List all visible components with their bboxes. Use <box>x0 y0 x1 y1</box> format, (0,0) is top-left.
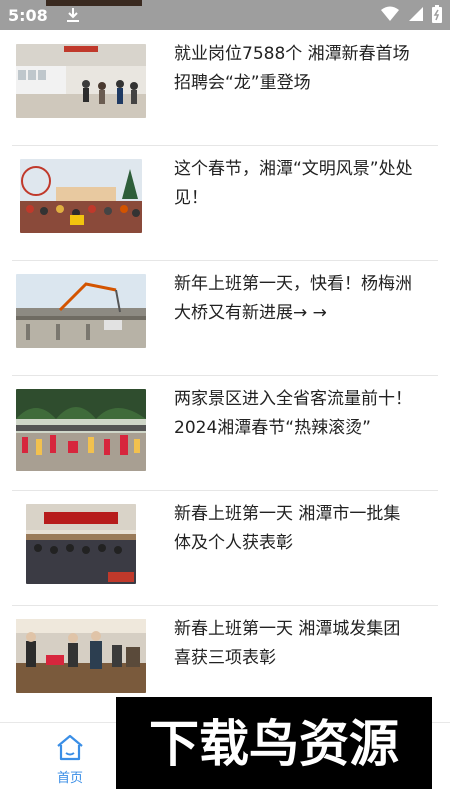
news-item[interactable]: 这个春节，湘潭“文明风景”处处见！ <box>12 145 438 261</box>
news-title: 新春上班第一天 湘潭城发集团喜获三项表彰 <box>174 619 401 668</box>
battery-icon <box>432 5 442 27</box>
peek-image-strip <box>46 0 142 6</box>
tab-home[interactable]: 首页 <box>38 733 102 786</box>
news-item[interactable]: 新春上班第一天 湘潭市一批集体及个人获表彰 <box>12 490 438 606</box>
news-thumbnail <box>16 619 146 693</box>
news-item[interactable]: 就业岗位7588个 湘潭新春首场招聘会“龙”重登场 <box>12 30 438 146</box>
news-item[interactable]: 两家景区进入全省客流量前十！2024湘潭春节“热辣滚烫” <box>12 375 438 491</box>
watermark-logo: 下载鸟资源 <box>116 697 432 789</box>
news-title: 两家景区进入全省客流量前十！2024湘潭春节“热辣滚烫” <box>174 389 412 438</box>
news-title: 就业岗位7588个 湘潭新春首场招聘会“龙”重登场 <box>174 44 410 93</box>
signal-icon <box>408 6 424 26</box>
news-thumbnail <box>16 274 146 348</box>
home-icon <box>55 734 85 765</box>
wifi-icon <box>380 6 400 26</box>
news-thumbnail <box>26 504 136 584</box>
status-bar: 5:08 <box>0 0 450 30</box>
watermark-text: 下载鸟资源 <box>149 715 399 773</box>
tab-home-label: 首页 <box>56 771 83 786</box>
news-thumbnail <box>16 389 146 471</box>
news-list: 就业岗位7588个 湘潭新春首场招聘会“龙”重登场 这个春节，湘潭“文明风景”处… <box>0 30 450 720</box>
news-title: 这个春节，湘潭“文明风景”处处见！ <box>174 159 413 208</box>
news-title: 新春上班第一天 湘潭市一批集体及个人获表彰 <box>174 504 401 553</box>
news-title: 新年上班第一天，快看！杨梅洲大桥又有新进展→ → <box>174 274 412 323</box>
news-thumbnail <box>20 159 142 233</box>
status-time: 5:08 <box>8 5 48 25</box>
news-thumbnail <box>16 44 146 118</box>
news-item[interactable]: 新年上班第一天，快看！杨梅洲大桥又有新进展→ → <box>12 260 438 376</box>
download-icon <box>66 7 80 23</box>
